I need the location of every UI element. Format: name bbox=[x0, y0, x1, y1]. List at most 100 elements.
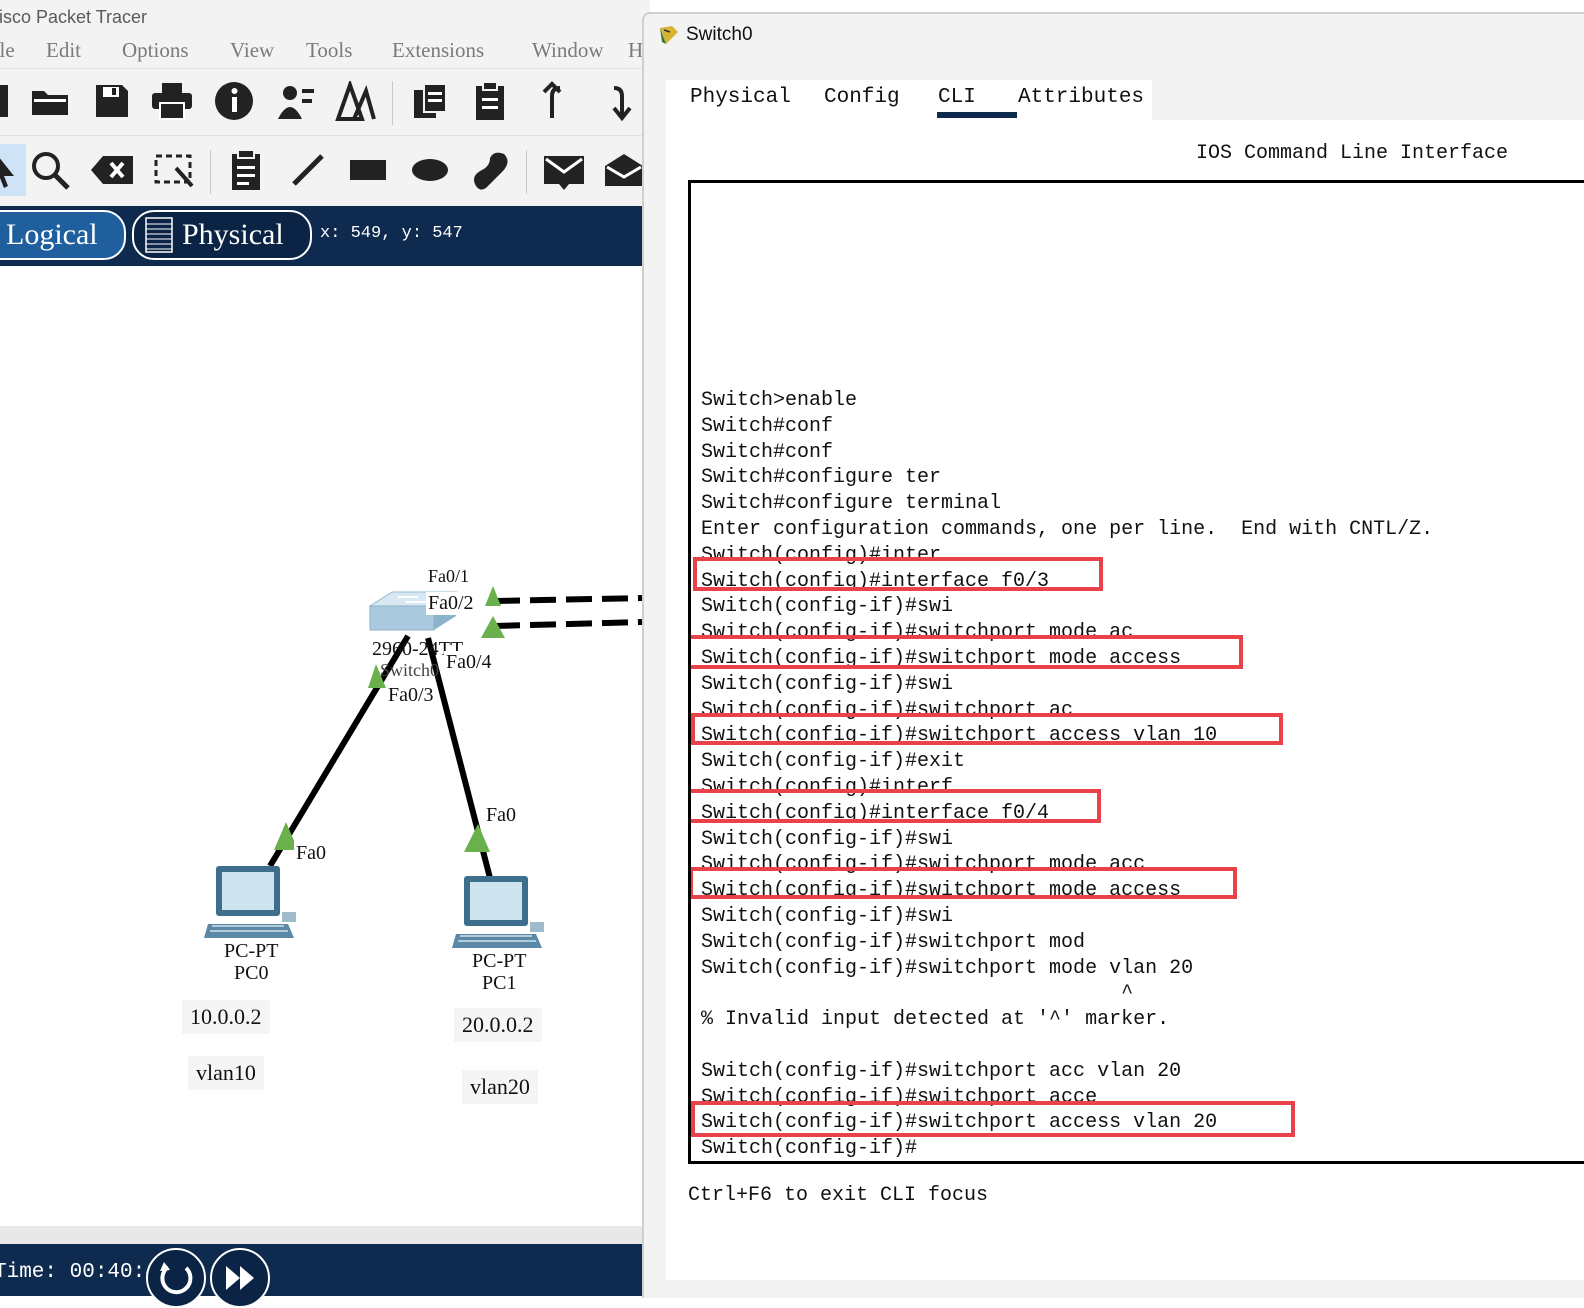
cli-line: % Invalid input detected at '^' marker. bbox=[701, 1008, 1170, 1032]
title-bar: Cisco Packet Tracer bbox=[0, 0, 650, 36]
toolbar-divider bbox=[392, 81, 393, 125]
pc0-ip-note[interactable]: 10.0.0.2 bbox=[182, 1000, 270, 1034]
active-tab-indicator bbox=[937, 112, 1017, 118]
simple-pdu-icon[interactable] bbox=[538, 144, 590, 196]
link-fa0-1[interactable] bbox=[493, 595, 644, 604]
pc1-port-label: Fa0 bbox=[484, 804, 518, 827]
menu-options[interactable]: Options bbox=[122, 38, 189, 63]
cli-line: Switch(config-if)#switchport mod bbox=[701, 930, 1086, 954]
cli-line: Switch#configure terminal bbox=[701, 492, 1002, 516]
link-up-indicator bbox=[464, 824, 490, 852]
port-label-fa0-3: Fa0/3 bbox=[386, 684, 436, 707]
cli-header: IOS Command Line Interface bbox=[1196, 142, 1509, 165]
cli-line: Switch(config-if)#switchport mode vlan 2… bbox=[701, 956, 1194, 980]
edit-toolbar bbox=[0, 135, 650, 206]
tab-physical[interactable]: Physical bbox=[132, 210, 312, 260]
delete-icon[interactable] bbox=[86, 144, 138, 196]
network-info-icon[interactable] bbox=[270, 75, 322, 127]
port-label-fa0-1: Fa0/1 bbox=[426, 566, 472, 587]
cli-line: Switch(config-if)#exit bbox=[701, 750, 966, 774]
tab-cli[interactable]: CLI bbox=[938, 86, 976, 109]
cli-line: ^ bbox=[701, 982, 1134, 1006]
port-label-fa0-4: Fa0/4 bbox=[444, 651, 494, 674]
paste-icon[interactable] bbox=[464, 75, 516, 127]
dialog-tabs: Physical Config CLI Attributes bbox=[666, 80, 1152, 120]
custom-device-icon[interactable] bbox=[330, 75, 382, 127]
highlight-box bbox=[691, 789, 1101, 823]
topology-canvas[interactable]: Fa0/1 Fa0/2 2960-24TT Switch0 Fa0/4 Fa0/… bbox=[0, 266, 644, 1226]
cli-line: Switch(config-if)# bbox=[701, 1137, 918, 1161]
open-folder-icon[interactable] bbox=[24, 75, 76, 127]
new-file-icon[interactable] bbox=[0, 75, 22, 127]
highlight-box bbox=[691, 713, 1283, 745]
copy-icon[interactable] bbox=[404, 75, 456, 127]
topology-links bbox=[267, 586, 644, 879]
cli-line: Switch#configure ter bbox=[701, 466, 942, 490]
pc1-type-label: PC-PT bbox=[472, 950, 527, 972]
dialog-title: Switch0 bbox=[686, 24, 753, 45]
undo-icon[interactable] bbox=[526, 75, 578, 127]
redo-icon[interactable] bbox=[588, 75, 640, 127]
menu-window[interactable]: Window bbox=[532, 38, 603, 63]
fast-forward-button[interactable] bbox=[210, 1248, 270, 1308]
menu-extensions[interactable]: Extensions bbox=[392, 38, 484, 63]
power-cycle-button[interactable] bbox=[146, 1248, 206, 1308]
note-icon[interactable] bbox=[220, 144, 272, 196]
toolbar-divider bbox=[210, 150, 211, 194]
main-window: Cisco Packet Tracer File Edit Options Vi… bbox=[0, 0, 669, 1308]
pc0-vlan-note[interactable]: vlan10 bbox=[188, 1056, 264, 1090]
freeform-icon[interactable] bbox=[464, 144, 516, 196]
tab-physical-label: Physical bbox=[182, 218, 284, 251]
toolbar-divider bbox=[526, 150, 527, 194]
highlight-box bbox=[691, 635, 1243, 669]
pc0-type-label: PC-PT bbox=[224, 940, 279, 962]
draw-ellipse-icon[interactable] bbox=[404, 144, 456, 196]
cli-terminal[interactable]: Switch>enable Switch#conf Switch#conf Switc… bbox=[688, 180, 1584, 1164]
pc0-icon[interactable] bbox=[204, 864, 300, 942]
draw-line-icon[interactable] bbox=[282, 144, 334, 196]
cli-line: Switch(config-if)#swi bbox=[701, 904, 954, 928]
workspace-bar: Logical Physical x: 549, y: 547 bbox=[0, 206, 650, 266]
draw-rectangle-icon[interactable] bbox=[342, 144, 394, 196]
pc0-port-label: Fa0 bbox=[294, 842, 328, 865]
tab-physical-device[interactable]: Physical bbox=[690, 86, 791, 109]
rack-icon bbox=[145, 217, 173, 253]
cli-line bbox=[701, 1033, 1433, 1059]
info-icon[interactable] bbox=[208, 75, 260, 127]
menu-edit[interactable]: Edit bbox=[46, 38, 81, 63]
tab-config[interactable]: Config bbox=[824, 86, 900, 109]
link-fa0-2[interactable] bbox=[493, 619, 644, 629]
tab-logical[interactable]: Logical bbox=[0, 210, 126, 260]
pc1-icon[interactable] bbox=[452, 874, 548, 952]
pc1-ip-note[interactable]: 20.0.0.2 bbox=[454, 1008, 542, 1042]
cli-line: Switch>enable bbox=[701, 389, 858, 412]
menu-bar: File Edit Options View Tools Extensions … bbox=[0, 36, 669, 68]
menu-file[interactable]: File bbox=[0, 38, 15, 63]
tab-attributes[interactable]: Attributes bbox=[1018, 86, 1144, 109]
cli-focus-hint: Ctrl+F6 to exit CLI focus bbox=[688, 1184, 989, 1207]
tab-logical-label: Logical bbox=[6, 218, 98, 251]
fast-forward-icon bbox=[226, 1266, 254, 1290]
device-dialog: Switch0 Physical Config CLI Attributes I… bbox=[642, 12, 1584, 1298]
save-icon[interactable] bbox=[86, 75, 138, 127]
pc1-name-label: PC1 bbox=[482, 972, 517, 994]
highlight-box bbox=[693, 557, 1103, 591]
power-cycle-icon bbox=[160, 1262, 193, 1295]
select-tool-icon[interactable] bbox=[0, 144, 26, 196]
cli-output: Switch>enable Switch#conf Switch#conf Switc… bbox=[701, 388, 1434, 1161]
resize-shape-icon[interactable] bbox=[148, 144, 200, 196]
cli-line: Switch#conf bbox=[701, 414, 834, 438]
port-label-fa0-2: Fa0/2 bbox=[426, 592, 476, 615]
highlight-box bbox=[691, 867, 1237, 899]
app-title: Cisco Packet Tracer bbox=[0, 7, 148, 27]
inspect-zoom-icon[interactable] bbox=[24, 144, 76, 196]
pc1-vlan-note[interactable]: vlan20 bbox=[462, 1070, 538, 1104]
menu-view[interactable]: View bbox=[230, 38, 274, 63]
cli-line: Switch(config-if)#swi bbox=[701, 827, 954, 851]
print-icon[interactable] bbox=[146, 75, 198, 127]
cli-line: Enter configuration commands, one per li… bbox=[701, 517, 1434, 541]
menu-tools[interactable]: Tools bbox=[306, 38, 352, 63]
main-toolbar bbox=[0, 68, 650, 135]
link-up-indicator bbox=[485, 586, 501, 606]
switch-window-icon bbox=[660, 26, 678, 44]
